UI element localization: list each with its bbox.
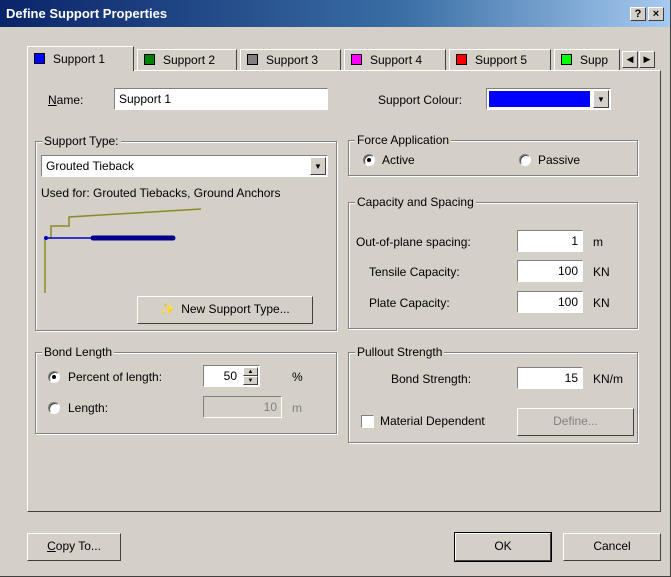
support-1-swatch	[34, 53, 45, 64]
support-4-swatch	[351, 54, 362, 65]
support-diagram	[44, 208, 202, 293]
capacity-spacing-legend: Capacity and Spacing	[355, 195, 476, 209]
tab-label: Support 3	[266, 53, 319, 67]
bond-length-group: Bond Length Percent of length: 50 ▲ ▼ % …	[35, 345, 337, 434]
capacity-spacing-group: Capacity and Spacing Out-of-plane spacin…	[348, 195, 638, 329]
define-support-dialog: Define Support Properties ? × Support 1 …	[0, 0, 671, 577]
support-type-dropdown[interactable]: Grouted Tieback ▼	[41, 155, 328, 177]
tab-scroll-left-icon[interactable]: ◀	[622, 51, 638, 68]
define-button[interactable]: Define...	[517, 408, 634, 436]
material-dependent-checkbox[interactable]	[361, 415, 374, 428]
support-colour-label: Support Colour:	[378, 93, 463, 107]
tab-support-6[interactable]: Supp	[554, 49, 620, 71]
tab-support-5[interactable]: Support 5	[449, 49, 551, 71]
tab-panel: Name: Support 1 Support Colour: ▼ Suppor…	[27, 70, 661, 512]
tab-label: Support 5	[475, 53, 528, 67]
wand-icon: ✨	[160, 302, 176, 316]
support-type-legend: Support Type:	[42, 134, 121, 148]
stepper-down-icon[interactable]: ▼	[243, 376, 258, 385]
plate-field[interactable]: 100	[517, 291, 583, 313]
bond-strength-unit: KN/m	[593, 372, 623, 386]
plate-unit: KN	[593, 296, 610, 310]
support-5-swatch	[456, 54, 467, 65]
spacing-field[interactable]: 1	[517, 230, 583, 252]
chevron-down-icon[interactable]: ▼	[310, 157, 326, 175]
passive-radio[interactable]	[519, 154, 531, 166]
force-application-legend: Force Application	[355, 133, 452, 147]
tab-support-1[interactable]: Support 1	[27, 46, 134, 71]
percent-label: Percent of length:	[68, 370, 163, 384]
length-label: Length:	[68, 401, 109, 415]
percent-radio[interactable]	[48, 371, 60, 383]
tensile-unit: KN	[593, 265, 610, 279]
name-field[interactable]: Support 1	[114, 88, 328, 110]
new-support-type-label: New Support Type...	[181, 302, 290, 316]
ok-button[interactable]: OK	[454, 532, 552, 562]
chevron-down-icon[interactable]: ▼	[593, 90, 609, 108]
close-button[interactable]: ×	[648, 7, 664, 21]
tab-support-2[interactable]: Support 2	[137, 49, 237, 71]
colour-swatch	[489, 91, 590, 107]
pullout-strength-legend: Pullout Strength	[355, 345, 445, 359]
cancel-button[interactable]: Cancel	[563, 533, 661, 561]
tensile-field[interactable]: 100	[517, 260, 583, 282]
copy-to-button[interactable]: Copy To...	[27, 533, 121, 561]
bond-strength-field[interactable]: 15	[517, 367, 583, 389]
tab-support-4[interactable]: Support 4	[344, 49, 446, 71]
used-for-text: Used for: Grouted Tiebacks, Ground Ancho…	[41, 186, 281, 200]
tab-label: Support 1	[53, 52, 106, 66]
force-application-group: Force Application Active Passive	[348, 133, 638, 176]
stepper-up-icon[interactable]: ▲	[243, 367, 258, 376]
bond-length-legend: Bond Length	[42, 345, 115, 359]
support-3-swatch	[247, 54, 258, 65]
percent-stepper[interactable]: 50 ▲ ▼	[203, 365, 260, 387]
active-label: Active	[382, 153, 415, 167]
support-type-value: Grouted Tieback	[46, 159, 135, 173]
tab-label: Support 4	[370, 53, 423, 67]
material-dependent-label: Material Dependent	[380, 414, 485, 428]
name-label: Name:	[48, 93, 84, 107]
help-button[interactable]: ?	[630, 7, 646, 21]
window-title: Define Support Properties	[6, 6, 168, 21]
support-2-swatch	[144, 54, 155, 65]
support-6-swatch	[561, 54, 572, 65]
tensile-label: Tensile Capacity:	[369, 265, 460, 279]
passive-label: Passive	[538, 153, 581, 167]
new-support-type-button[interactable]: ✨ New Support Type...	[137, 296, 313, 324]
active-radio[interactable]	[363, 154, 375, 166]
bond-strength-label: Bond Strength:	[391, 372, 472, 386]
tab-support-3[interactable]: Support 3	[240, 49, 341, 71]
tab-label: Supp	[580, 53, 609, 67]
tab-label: Support 2	[163, 53, 216, 67]
length-unit: m	[292, 401, 302, 415]
tab-scroll-right-icon[interactable]: ▶	[639, 51, 655, 68]
pullout-strength-group: Pullout Strength Bond Strength: 15 KN/m …	[348, 345, 638, 443]
percent-unit: %	[292, 370, 303, 384]
support-colour-dropdown[interactable]: ▼	[486, 88, 611, 110]
plate-label: Plate Capacity:	[369, 296, 450, 310]
length-field[interactable]: 10	[203, 396, 282, 418]
copy-to-label: opy To...	[55, 539, 101, 553]
percent-value: 50	[223, 369, 237, 383]
spacing-label: Out-of-plane spacing:	[356, 235, 471, 249]
title-bar[interactable]: Define Support Properties ? ×	[0, 0, 670, 27]
support-type-group: Support Type: Grouted Tieback ▼ Used for…	[35, 134, 337, 331]
length-radio[interactable]	[48, 402, 60, 414]
spacing-unit: m	[593, 235, 603, 249]
